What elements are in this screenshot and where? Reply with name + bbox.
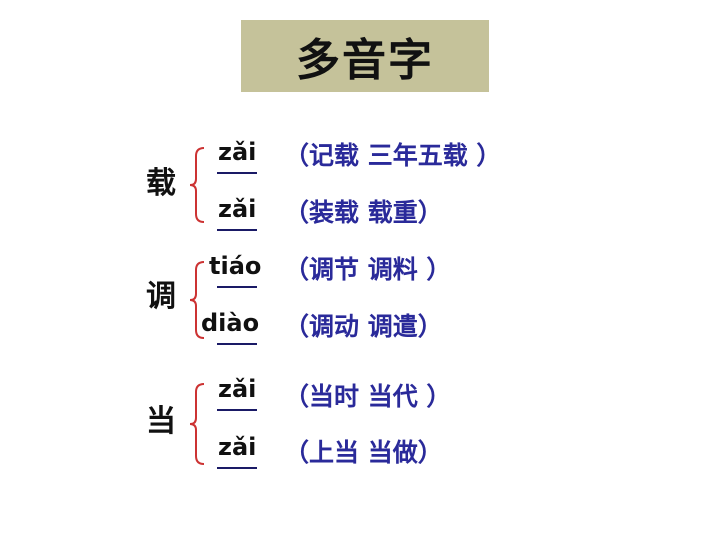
answer-underline [217, 229, 257, 231]
pinyin-3-1: zǎi [218, 375, 257, 403]
pinyin-2-1: tiáo [209, 252, 262, 280]
group-char-3: 当 [146, 404, 176, 439]
pinyin-1-2: zǎi [218, 195, 257, 223]
example-words-2-2: （调动 调遣） [284, 312, 443, 341]
example-words-1-1: （记载 三年五载 ） [284, 141, 502, 170]
answer-underline [217, 409, 257, 411]
answer-underline [217, 172, 257, 174]
brace-3 [189, 383, 205, 465]
example-words-3-1: （当时 当代 ） [284, 382, 452, 411]
answer-underline [217, 467, 257, 469]
page-title: 多音字 [296, 35, 434, 86]
example-words-1-2: （装载 载重） [284, 198, 443, 227]
pinyin-1-1: zǎi [218, 138, 257, 166]
example-words-3-2: （上当 当做） [284, 438, 443, 467]
example-words-2-1: （调节 调料 ） [284, 255, 452, 284]
answer-underline [217, 343, 257, 345]
answer-underline [217, 286, 257, 288]
pinyin-2-2: diào [201, 309, 260, 337]
pinyin-3-2: zǎi [218, 433, 257, 461]
brace-1 [189, 147, 205, 223]
group-char-2: 调 [146, 279, 176, 314]
group-char-1: 载 [146, 166, 176, 201]
title-box: 多音字 [241, 20, 489, 92]
